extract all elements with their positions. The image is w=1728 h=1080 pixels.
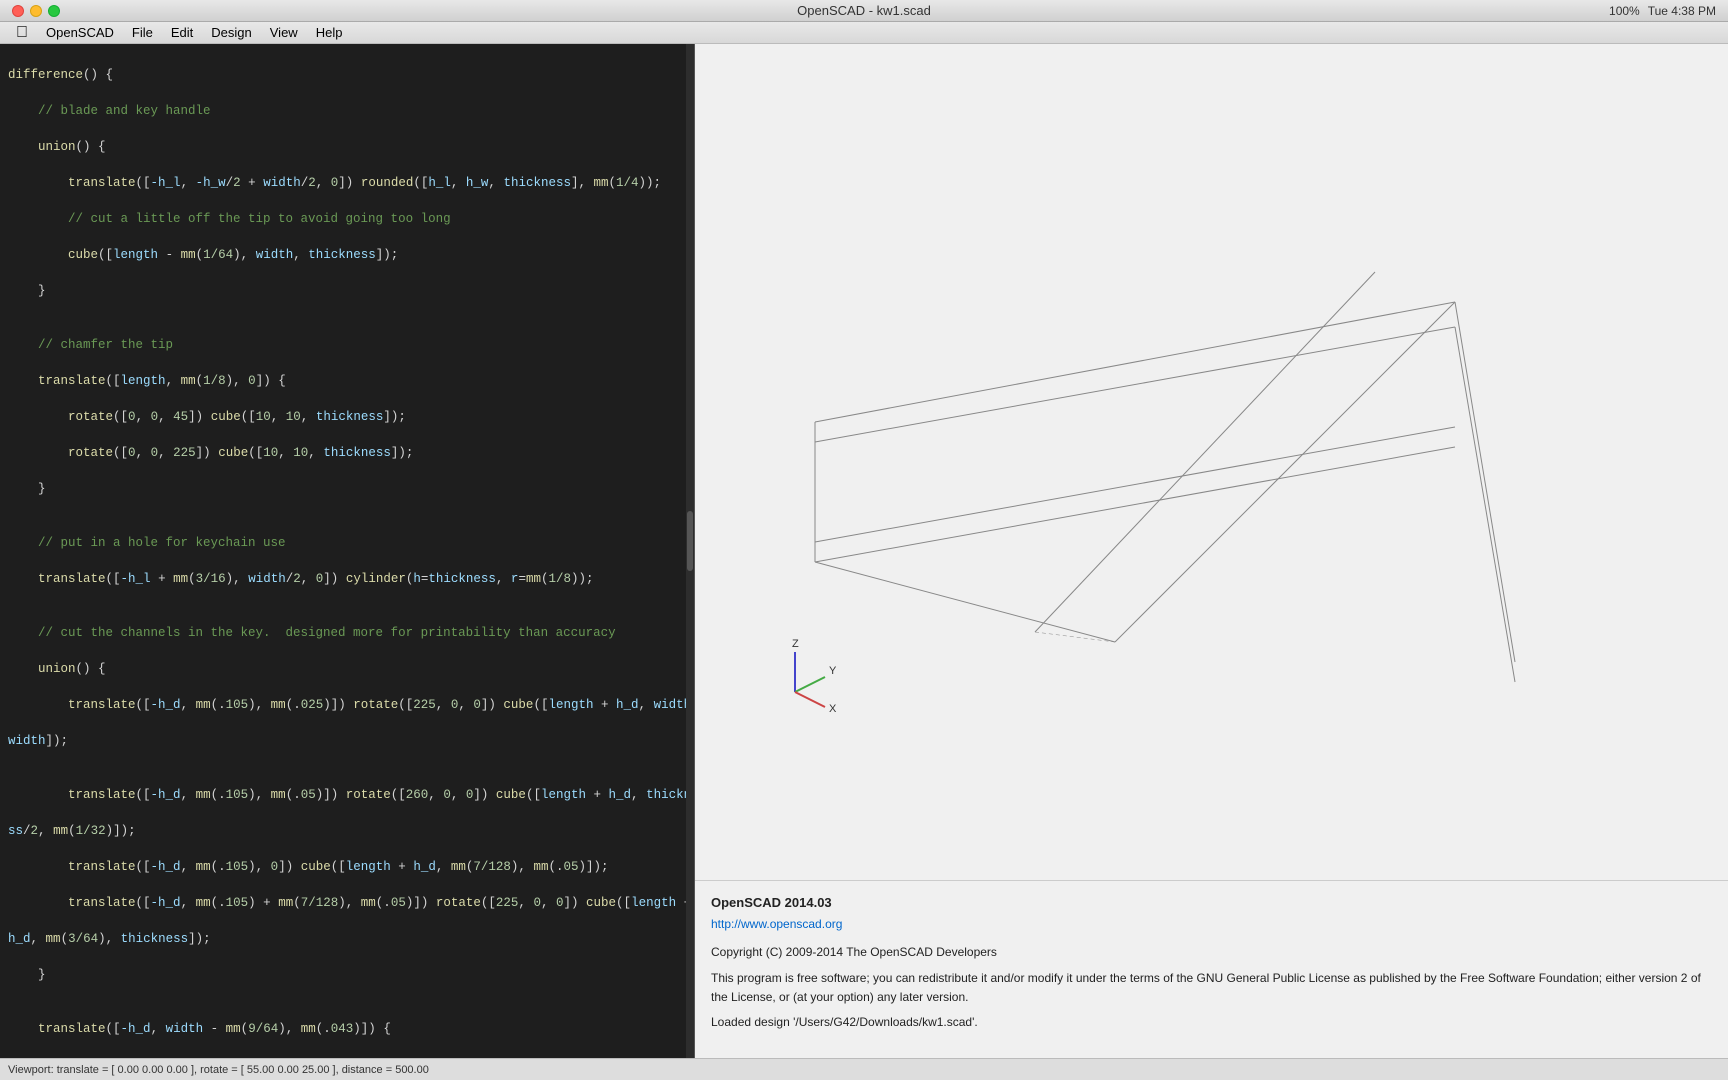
clock: Tue 4:38 PM: [1648, 4, 1716, 18]
code-scrollbar[interactable]: [686, 44, 694, 1080]
code-editor[interactable]: difference() { // blade and key handle u…: [0, 44, 694, 1080]
title-bar: OpenSCAD - kw1.scad 100% Tue 4:38 PM: [0, 0, 1728, 22]
maximize-button[interactable]: [48, 5, 60, 17]
svg-text:Y: Y: [829, 665, 837, 677]
minimize-button[interactable]: [30, 5, 42, 17]
status-bar: Viewport: translate = [ 0.00 0.00 0.00 ]…: [0, 1058, 1728, 1080]
main-content: difference() { // blade and key handle u…: [0, 44, 1728, 1080]
menu-view[interactable]: View: [262, 23, 306, 42]
viewport-svg: Z Y X: [695, 44, 1728, 880]
app-version: OpenSCAD 2014.03: [711, 893, 1712, 913]
loaded-file: Loaded design '/Users/G42/Downloads/kw1.…: [711, 1013, 1712, 1031]
viewport-panel: Z Y X OpenSCAD 2014.03 http://www.opensc…: [695, 44, 1728, 1080]
window-title: OpenSCAD - kw1.scad: [797, 3, 931, 18]
menu-help[interactable]: Help: [308, 23, 351, 42]
title-bar-right: 100% Tue 4:38 PM: [1609, 4, 1716, 18]
close-button[interactable]: [12, 5, 24, 17]
menu-openscad[interactable]: OpenSCAD: [38, 23, 122, 42]
status-text: Viewport: translate = [ 0.00 0.00 0.00 ]…: [8, 1064, 429, 1076]
svg-text:X: X: [829, 703, 837, 715]
svg-text:Z: Z: [792, 638, 799, 650]
battery-indicator: 100%: [1609, 4, 1640, 18]
app-copyright: Copyright (C) 2009-2014 The OpenSCAD Dev…: [711, 943, 1712, 961]
info-panel: OpenSCAD 2014.03 http://www.openscad.org…: [695, 880, 1728, 1080]
menu-design[interactable]: Design: [203, 23, 259, 42]
code-editor-panel[interactable]: difference() { // blade and key handle u…: [0, 44, 695, 1080]
scrollbar-thumb[interactable]: [687, 511, 693, 571]
traffic-lights[interactable]: [12, 5, 60, 17]
app-website: http://www.openscad.org: [711, 915, 1712, 933]
menu-file[interactable]: File: [124, 23, 161, 42]
menu-bar:  OpenSCAD File Edit Design View Help: [0, 22, 1728, 44]
apple-menu[interactable]: : [8, 22, 36, 44]
menu-edit[interactable]: Edit: [163, 23, 201, 42]
app-license: This program is free software; you can r…: [711, 969, 1712, 1007]
3d-viewport[interactable]: Z Y X: [695, 44, 1728, 880]
